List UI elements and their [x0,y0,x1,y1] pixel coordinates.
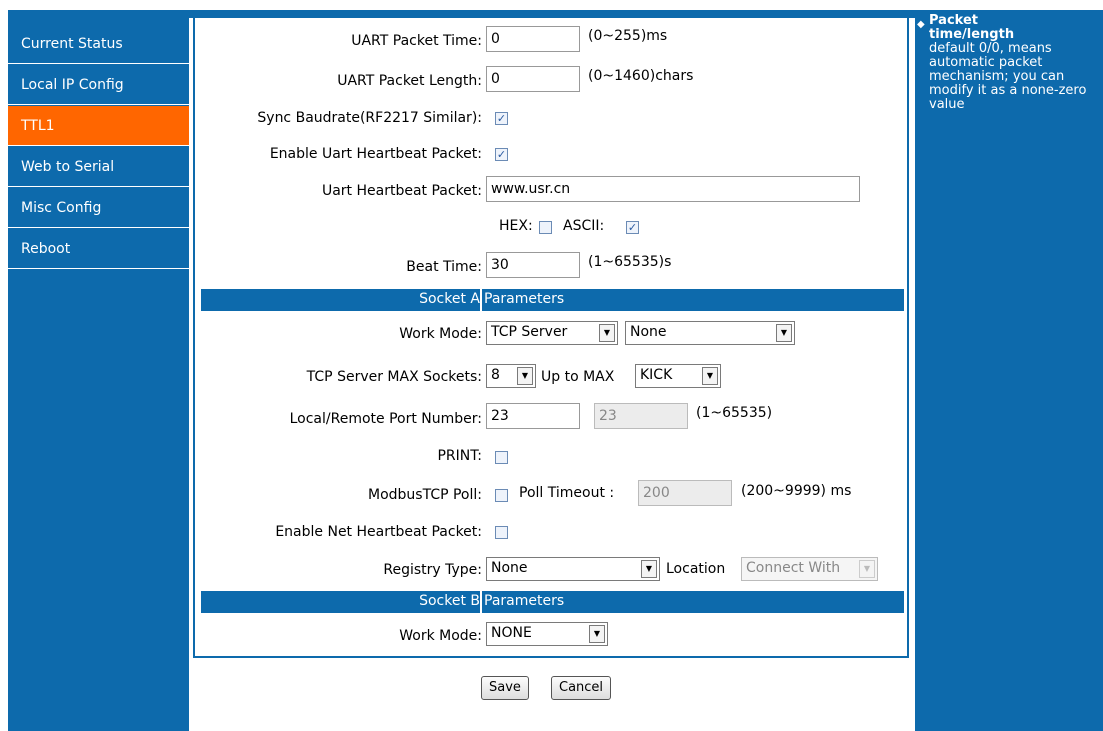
chevron-down-icon: ▼ [589,625,605,643]
chevron-down-icon: ▼ [599,324,615,342]
help-body: default 0/0, means automatic packet mech… [929,41,1087,112]
sidebar-item-reboot[interactable]: Reboot [8,229,189,269]
modbus-poll-label: ModbusTCP Poll: [368,487,482,503]
socket-a-work-mode-select[interactable]: TCP Server ▼ [486,321,618,345]
socket-b-header-right: Parameters [484,593,565,609]
help-title: time/length [929,27,1015,42]
remote-port-input[interactable] [594,403,688,429]
sidebar-item-misc-config[interactable]: Misc Config [8,188,189,228]
port-hint: (1~65535) [696,405,773,421]
socket-a-work-mode-sub-select[interactable]: None ▼ [625,321,795,345]
print-checkbox[interactable] [495,451,508,464]
local-port-input[interactable] [486,403,580,429]
chevron-down-icon: ▼ [517,367,533,385]
registry-type-select[interactable]: None ▼ [486,557,660,581]
uart-packet-time-label: UART Packet Time: [351,33,482,49]
ascii-checkbox[interactable]: ✓ [626,221,639,234]
ascii-label: ASCII: [563,218,605,234]
location-label: Location [666,561,726,577]
up-to-max-value: KICK [640,367,673,383]
tcp-max-sockets-select[interactable]: 8 ▼ [486,364,536,388]
socket-a-work-mode-label: Work Mode: [399,326,482,342]
socket-a-header: Socket A Parameters [201,289,904,311]
poll-timeout-hint: (200~9999) ms [741,483,852,499]
net-heartbeat-checkbox[interactable] [495,526,508,539]
sync-baudrate-checkbox[interactable]: ✓ [495,112,508,125]
socket-b-work-mode-select[interactable]: NONE ▼ [486,622,608,646]
help-text: ◆ Packet time/length default 0/0, means … [917,13,1099,112]
up-to-max-select[interactable]: KICK ▼ [635,364,721,388]
sidebar-item-local-ip-config[interactable]: Local IP Config [8,65,189,105]
socket-b-work-mode-label: Work Mode: [399,628,482,644]
location-value: Connect With [746,560,841,576]
chevron-down-icon: ▼ [859,560,875,578]
uart-packet-time-input[interactable] [486,26,580,52]
net-heartbeat-label: Enable Net Heartbeat Packet: [275,524,482,540]
socket-b-header-left: Socket B [419,593,480,609]
location-select[interactable]: Connect With ▼ [741,557,878,581]
socket-a-header-right: Parameters [484,291,565,307]
uart-packet-length-input[interactable] [486,66,580,92]
uart-heartbeat-packet-label: Uart Heartbeat Packet: [321,183,482,199]
port-number-label: Local/Remote Port Number: [289,411,482,427]
poll-timeout-label: Poll Timeout : [519,485,615,501]
up-to-max-label: Up to MAX [541,369,615,385]
sidebar-item-web-to-serial[interactable]: Web to Serial [8,147,189,187]
chevron-down-icon: ▼ [641,560,657,578]
poll-timeout-input[interactable] [638,480,732,506]
sidebar-item-current-status[interactable]: Current Status [8,24,189,64]
socket-a-work-mode-sub-value: None [630,324,667,340]
chevron-down-icon: ▼ [776,324,792,342]
sidebar-item-ttl1[interactable]: TTL1 [8,106,189,146]
sync-baudrate-label: Sync Baudrate(RF2217 Similar): [257,110,482,126]
uart-heartbeat-enable-label: Enable Uart Heartbeat Packet: [269,146,482,162]
socket-b-work-mode-value: NONE [491,625,532,641]
uart-packet-length-label: UART Packet Length: [337,73,482,89]
registry-type-label: Registry Type: [383,562,482,578]
socket-a-work-mode-value: TCP Server [491,324,568,340]
section-divider [480,289,482,311]
uart-packet-time-hint: (0~255)ms [588,28,668,44]
uart-heartbeat-enable-checkbox[interactable]: ✓ [495,148,508,161]
hex-label: HEX: [499,218,533,234]
chevron-down-icon: ▼ [702,367,718,385]
help-panel: ◆ Packet time/length default 0/0, means … [915,14,1103,731]
modbus-poll-checkbox[interactable] [495,489,508,502]
uart-heartbeat-packet-input[interactable] [486,176,860,202]
beat-time-hint: (1~65535)s [588,254,672,270]
tcp-max-sockets-value: 8 [491,367,500,383]
bullet-icon: ◆ [917,19,925,30]
hex-checkbox[interactable] [539,221,552,234]
save-button[interactable]: Save [481,676,529,700]
uart-packet-length-hint: (0~1460)chars [588,68,694,84]
sidebar-nav: Current Status Local IP Config TTL1 Web … [8,18,189,731]
help-partial-title: Packet [929,13,978,28]
print-label: PRINT: [437,448,482,464]
registry-type-value: None [491,560,528,576]
section-divider [480,591,482,613]
beat-time-input[interactable] [486,252,580,278]
cancel-button[interactable]: Cancel [551,676,612,700]
tcp-max-sockets-label: TCP Server MAX Sockets: [306,369,482,385]
beat-time-label: Beat Time: [406,259,482,275]
socket-a-header-left: Socket A [419,291,480,307]
socket-b-header: Socket B Parameters [201,591,904,613]
